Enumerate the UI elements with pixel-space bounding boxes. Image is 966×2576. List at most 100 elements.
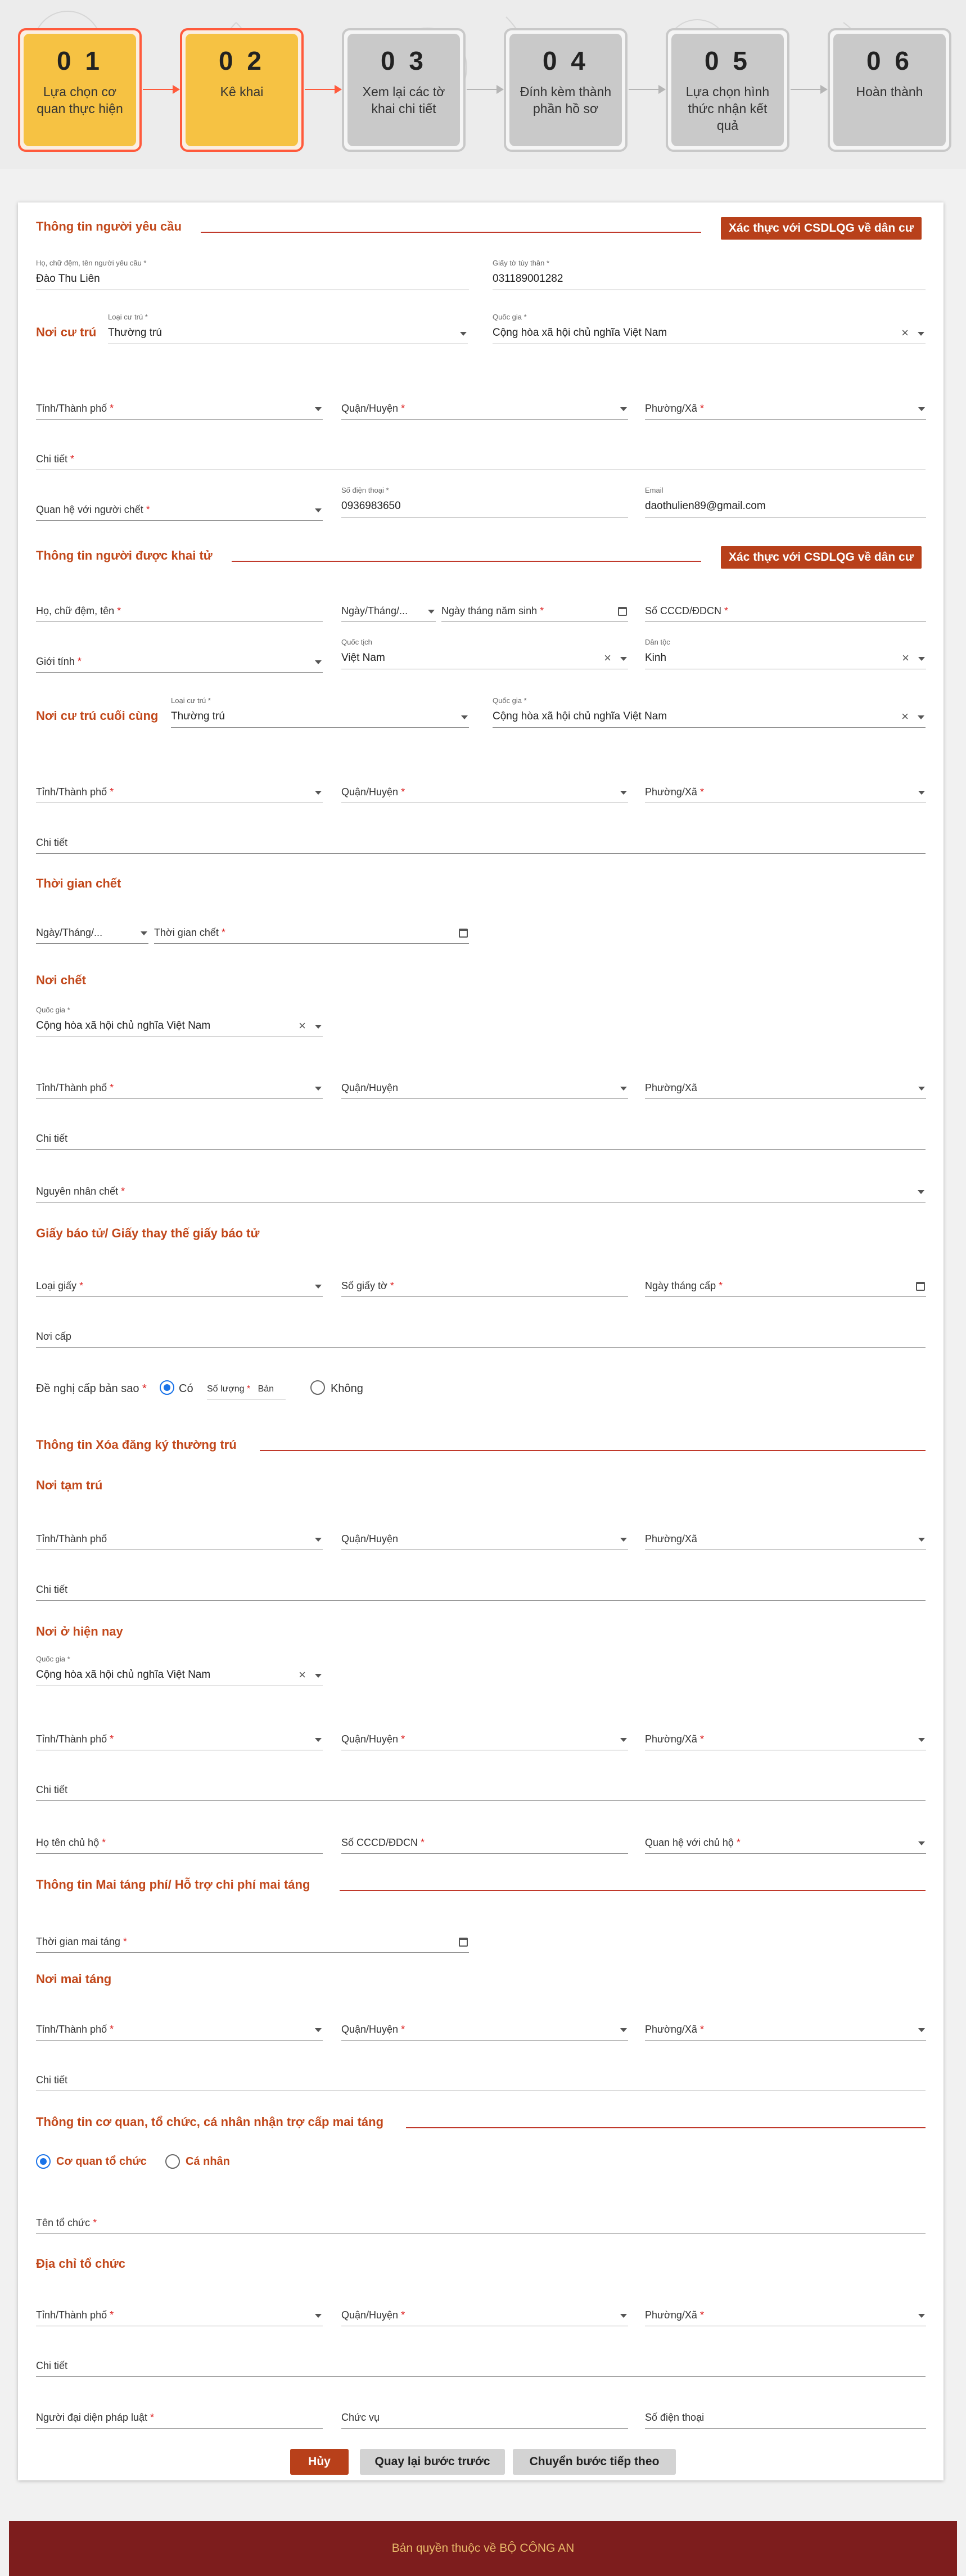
ward-select[interactable]: Phường/Xã * — [645, 1719, 926, 1750]
detail-address-input[interactable]: Chi tiết — [36, 1569, 926, 1601]
deceased-name-input[interactable]: Họ, chữ đệm, tên * — [36, 591, 323, 622]
detail-address-input[interactable]: Chi tiết * — [36, 439, 926, 470]
document-type-select[interactable]: Loại giấy * — [36, 1266, 323, 1297]
email-input[interactable]: Email daothulien89@gmail.com — [645, 486, 926, 517]
section-title-death-notice: Giấy báo tử/ Giấy thay thế giấy báo tử — [36, 1226, 260, 1240]
district-select[interactable]: Quận/Huyện * — [341, 2295, 628, 2326]
clear-icon[interactable]: × — [604, 652, 611, 664]
back-button[interactable]: Quay lại bước trước — [360, 2449, 505, 2475]
legal-representative-input[interactable]: Người đại diện pháp luật * — [36, 2397, 323, 2429]
calendar-icon[interactable] — [459, 1938, 468, 1947]
district-select[interactable]: Quận/Huyện * — [341, 772, 628, 803]
ward-select[interactable]: Phường/Xã * — [645, 2295, 926, 2326]
recipient-org-radio[interactable] — [36, 2154, 51, 2169]
detail-address-input[interactable]: Chi tiết — [36, 2345, 926, 2377]
step-label: Kê khai — [220, 84, 264, 99]
cancel-button[interactable]: Hủy — [290, 2449, 349, 2475]
district-select[interactable]: Quận/Huyện — [341, 1519, 628, 1550]
section-title-time-of-death: Thời gian chết — [36, 876, 121, 890]
issue-place-input[interactable]: Nơi cấp — [36, 1316, 926, 1348]
detail-address-input[interactable]: Chi tiết — [36, 1118, 926, 1150]
position-input[interactable]: Chức vụ — [341, 2397, 628, 2429]
phone-input[interactable]: Số điện thoại * 0936983650 — [341, 486, 628, 517]
household-head-input[interactable]: Họ tên chủ hộ * — [36, 1822, 323, 1854]
calendar-icon[interactable] — [618, 607, 627, 616]
clear-icon[interactable]: × — [902, 652, 909, 664]
province-select[interactable]: Tỉnh/Thành phố * — [36, 1068, 323, 1099]
country-select[interactable]: Quốc gia * Cộng hòa xã hội chủ nghĩa Việt… — [36, 1006, 323, 1037]
step-1[interactable]: 0 1 Lựa chọn cơ quan thực hiện — [18, 28, 142, 152]
calendar-icon[interactable] — [916, 1282, 925, 1291]
gender-select[interactable]: Giới tính * — [36, 641, 323, 673]
deceased-cccd-input[interactable]: Số CCCD/ĐDCN * — [645, 591, 926, 622]
chevron-down-icon — [315, 660, 322, 664]
country-select[interactable]: Quốc gia * Cộng hòa xã hội chủ nghĩa Việt… — [493, 313, 926, 344]
ward-select[interactable]: Phường/Xã * — [645, 388, 926, 420]
clear-icon[interactable]: × — [299, 1669, 306, 1681]
clear-icon[interactable]: × — [901, 327, 909, 339]
step-6[interactable]: 0 6 Hoàn thành — [828, 28, 951, 152]
document-number-input[interactable]: Số giấy tờ * — [341, 1266, 628, 1297]
province-select[interactable]: Tỉnh/Thành phố * — [36, 1719, 323, 1750]
relationship-select[interactable]: Quan hệ với người chết * — [36, 489, 323, 521]
step-number: 0 2 — [219, 46, 265, 75]
ward-select[interactable]: Phường/Xã * — [645, 772, 926, 803]
clear-icon[interactable]: × — [299, 1020, 306, 1032]
chevron-down-icon — [918, 791, 925, 795]
copy-quantity-input[interactable]: Số lượng * Bản — [207, 1372, 286, 1399]
chevron-down-icon — [315, 1538, 322, 1542]
province-select[interactable]: Tỉnh/Thành phố * — [36, 388, 323, 420]
clear-icon[interactable]: × — [901, 710, 909, 723]
step-3[interactable]: 0 3 Xem lại các tờ khai chi tiết — [342, 28, 466, 152]
organization-name-input[interactable]: Tên tổ chức * — [36, 2203, 926, 2234]
household-head-cccd-input[interactable]: Số CCCD/ĐDCN * — [341, 1822, 628, 1854]
next-step-button[interactable]: Chuyển bước tiếp theo — [513, 2449, 676, 2475]
requester-id-field[interactable]: Giấy tờ tùy thân * 031189001282 — [493, 259, 926, 290]
ward-select[interactable]: Phường/Xã * — [645, 2009, 926, 2041]
section-divider — [406, 2127, 926, 2128]
step-4[interactable]: 0 4 Đính kèm thành phần hồ sơ — [504, 28, 628, 152]
country-select[interactable]: Quốc gia * Cộng hòa xã hội chủ nghĩa Việt… — [493, 696, 926, 728]
ward-select[interactable]: Phường/Xã — [645, 1068, 926, 1099]
section-title-deregistration: Thông tin Xóa đăng ký thường trú — [36, 1438, 237, 1452]
issue-date-input[interactable]: Ngày tháng cấp * — [645, 1266, 926, 1297]
residence-type-select[interactable]: Loại cư trú * Thường trú — [171, 696, 469, 728]
copy-no-radio[interactable] — [310, 1380, 325, 1395]
province-select[interactable]: Tỉnh/Thành phố — [36, 1519, 323, 1550]
household-relationship-select[interactable]: Quan hệ với chủ hộ * — [645, 1822, 926, 1854]
verify-citizen-db-button[interactable]: Xác thực với CSDLQG về dân cư — [721, 217, 922, 240]
step-arrow — [467, 85, 504, 94]
calendar-icon[interactable] — [459, 929, 468, 938]
verify-citizen-db-button[interactable]: Xác thực với CSDLQG về dân cư — [721, 546, 922, 569]
section-divider — [201, 232, 701, 233]
birth-date-input[interactable]: Ngày tháng năm sinh * — [441, 591, 628, 622]
ward-select[interactable]: Phường/Xã — [645, 1519, 926, 1550]
ethnicity-select[interactable]: Dân tộc Kinh × — [645, 638, 926, 669]
step-2[interactable]: 0 2 Kê khai — [180, 28, 304, 152]
step-5[interactable]: 0 5 Lựa chọn hình thức nhận kết quả — [666, 28, 789, 152]
requester-name-field[interactable]: Họ, chữ đệm, tên người yêu cầu * Đào Thu … — [36, 259, 469, 290]
copy-yes-radio[interactable] — [160, 1380, 174, 1395]
funeral-time-input[interactable]: Thời gian mai táng * — [36, 1921, 469, 1953]
detail-address-input[interactable]: Chi tiết — [36, 2060, 926, 2091]
detail-address-input[interactable]: Chi tiết — [36, 1769, 926, 1801]
province-select[interactable]: Tỉnh/Thành phố * — [36, 772, 323, 803]
recipient-person-radio[interactable] — [165, 2154, 180, 2169]
district-select[interactable]: Quận/Huyện * — [341, 1719, 628, 1750]
district-select[interactable]: Quận/Huyện * — [341, 388, 628, 420]
section-title-current-residence: Nơi ở hiện nay — [36, 1624, 123, 1638]
detail-address-input[interactable]: Chi tiết — [36, 822, 926, 854]
nationality-select[interactable]: Quốc tịch Việt Nam × — [341, 638, 628, 669]
district-select[interactable]: Quận/Huyện * — [341, 2009, 628, 2041]
date-format-select[interactable]: Ngày/Tháng/... — [341, 591, 436, 622]
death-time-input[interactable]: Thời gian chết * — [154, 912, 469, 944]
org-phone-input[interactable]: Số điện thoại — [645, 2397, 926, 2429]
province-select[interactable]: Tỉnh/Thành phố * — [36, 2009, 323, 2041]
province-select[interactable]: Tỉnh/Thành phố * — [36, 2295, 323, 2326]
residence-type-select[interactable]: Loại cư trú * Thường trú — [108, 313, 468, 344]
country-select[interactable]: Quốc gia * Cộng hòa xã hội chủ nghĩa Việt… — [36, 1655, 323, 1686]
date-format-select[interactable]: Ngày/Tháng/... — [36, 912, 148, 944]
district-select[interactable]: Quận/Huyện — [341, 1068, 628, 1099]
chevron-down-icon — [620, 1738, 627, 1742]
cause-of-death-select[interactable]: Nguyên nhân chết * — [36, 1171, 926, 1203]
